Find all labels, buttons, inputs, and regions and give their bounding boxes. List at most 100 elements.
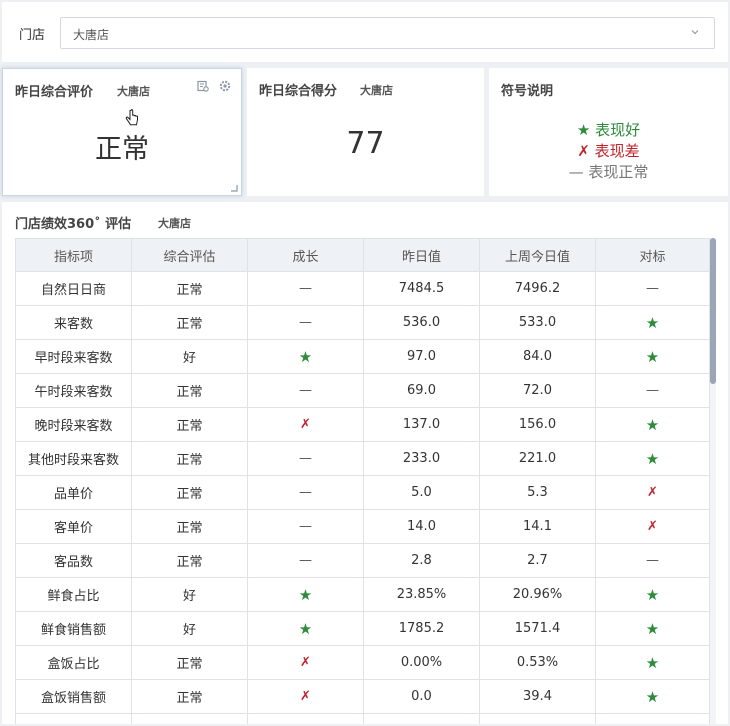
scrollbar-thumb[interactable]	[710, 238, 716, 384]
cell-overall: 正常	[131, 441, 248, 476]
cell-yesterday: 69.0	[363, 373, 480, 408]
legend-good: ★ 表现好	[489, 120, 728, 141]
col-header-overall[interactable]: 综合评估	[131, 238, 248, 272]
rating-card-store: 大唐店	[117, 85, 150, 98]
cell-metric: 早时段来客数	[15, 339, 132, 374]
panel-title: 门店绩效360˚ 评估	[15, 217, 132, 232]
cell-metric: 晚时段来客数	[15, 407, 132, 442]
star-icon: ★	[595, 305, 710, 340]
star-icon: ★	[247, 611, 364, 646]
dash-icon: —	[595, 543, 710, 578]
cell-growth	[247, 713, 364, 724]
evaluation-table: 指标项 综合评估 成长 昨日值 上周今日值 对标 自然日日商 正常 —7484.5 7…	[15, 238, 710, 724]
cell-overall: 正常	[131, 645, 248, 680]
table-row: 午时段来客数 正常 —69.0 72.0—	[15, 373, 710, 408]
cell-metric: 鲜食占比	[15, 577, 132, 612]
col-header-metric[interactable]: 指标项	[15, 238, 132, 272]
resize-handle-icon[interactable]	[231, 185, 238, 192]
cell-last-week: 221.0	[479, 441, 596, 476]
cell-overall: 正常	[131, 271, 248, 306]
star-icon: ★	[595, 441, 710, 476]
score-value: 77	[346, 126, 385, 161]
evaluation-table-wrap[interactable]: 指标项 综合评估 成长 昨日值 上周今日值 对标 自然日日商 正常 —7484.5 7…	[15, 238, 713, 724]
legend-normal: — 表现正常	[489, 162, 728, 183]
cell-metric: 午时段来客数	[15, 373, 132, 408]
col-header-growth[interactable]: 成长	[247, 238, 364, 272]
table-row: 晚时段来客数 正常 ✗ 137.0 156.0 ★	[15, 407, 710, 442]
dash-icon: —	[247, 305, 364, 340]
cell-metric: 自然日日商	[15, 271, 132, 306]
table-row: 来客数 正常 —536.0 533.0 ★	[15, 305, 710, 340]
cell-benchmark	[595, 713, 710, 724]
panel-store: 大唐店	[158, 217, 191, 230]
score-card-title: 昨日综合得分	[259, 84, 338, 99]
cell-overall: 正常	[131, 679, 248, 714]
col-header-last-week[interactable]: 上周今日值	[479, 238, 596, 272]
table-header-row: 指标项 综合评估 成长 昨日值 上周今日值 对标	[15, 238, 710, 272]
cell-overall: 正常	[131, 543, 248, 578]
cross-icon: ✗	[247, 679, 364, 714]
dash-icon: —	[247, 543, 364, 578]
dash-icon: —	[247, 475, 364, 510]
cell-metric	[15, 713, 132, 724]
cell-last-week: 533.0	[479, 305, 596, 340]
score-card: 昨日综合得分 大唐店 77	[247, 68, 484, 196]
cell-yesterday: 536.0	[363, 305, 480, 340]
legend-bad-text: 表现差	[594, 142, 640, 160]
legend-card-title: 符号说明	[501, 84, 554, 99]
table-row	[15, 713, 710, 724]
cross-icon: ✗	[577, 142, 590, 160]
cell-yesterday: 1785.2	[363, 611, 480, 646]
chevron-down-icon	[691, 30, 699, 35]
cell-last-week: 84.0	[479, 339, 596, 374]
cell-last-week: 72.0	[479, 373, 596, 408]
dash-icon: —	[247, 271, 364, 306]
vertical-scrollbar[interactable]	[710, 238, 716, 724]
table-row: 鲜食销售额好 ★ 1785.2 1571.4 ★	[15, 611, 710, 646]
table-row: 其他时段来客数 正常 —233.0 221.0 ★	[15, 441, 710, 476]
table-row: 鲜食占比好 ★ 23.85% 20.96% ★	[15, 577, 710, 612]
store-select[interactable]: 大唐店	[60, 17, 715, 49]
cell-yesterday: 14.0	[363, 509, 480, 544]
cell-last-week: 2.7	[479, 543, 596, 578]
col-header-benchmark[interactable]: 对标	[595, 238, 710, 272]
cell-yesterday: 233.0	[363, 441, 480, 476]
cross-icon: ✗	[595, 475, 710, 510]
table-row: 客单价 正常 —14.0 14.1 ✗	[15, 509, 710, 544]
table-row: 盒饭销售额 正常 ✗ 0.0 39.4 ★	[15, 679, 710, 714]
cell-yesterday: 97.0	[363, 339, 480, 374]
cell-overall: 好	[131, 577, 248, 612]
table-row: 盒饭占比 正常 ✗ 0.00% 0.53% ★	[15, 645, 710, 680]
cell-overall: 正常	[131, 305, 248, 340]
gear-icon[interactable]	[219, 80, 231, 92]
star-icon: ★	[595, 611, 710, 646]
cell-metric: 客品数	[15, 543, 132, 578]
cell-last-week: 39.4	[479, 679, 596, 714]
card-toolbar	[197, 80, 231, 92]
cell-last-week	[479, 713, 596, 724]
cell-metric: 品单价	[15, 475, 132, 510]
table-row: 客品数 正常 —2.8 2.7—	[15, 543, 710, 578]
col-header-yesterday[interactable]: 昨日值	[363, 238, 480, 272]
cell-overall: 正常	[131, 475, 248, 510]
table-row: 早时段来客数好 ★ 97.0 84.0 ★	[15, 339, 710, 374]
cell-yesterday: 0.0	[363, 679, 480, 714]
star-icon: ★	[247, 339, 364, 374]
star-icon: ★	[247, 577, 364, 612]
export-icon[interactable]	[197, 80, 209, 92]
cell-metric: 鲜食销售额	[15, 611, 132, 646]
cross-icon: ✗	[247, 645, 364, 680]
rating-card[interactable]: 昨日综合评价 大唐店 正常	[2, 68, 242, 196]
cell-metric: 客单价	[15, 509, 132, 544]
star-icon: ★	[595, 645, 710, 680]
rating-card-title: 昨日综合评价	[15, 85, 94, 100]
cell-overall: 正常	[131, 373, 248, 408]
dash-icon: —	[247, 441, 364, 476]
legend-bad: ✗ 表现差	[489, 141, 728, 162]
cell-yesterday: 137.0	[363, 407, 480, 442]
star-icon: ★	[595, 407, 710, 442]
cell-overall	[131, 713, 248, 724]
dash-icon: —	[247, 509, 364, 544]
star-icon: ★	[595, 679, 710, 714]
dash-icon: —	[595, 373, 710, 408]
